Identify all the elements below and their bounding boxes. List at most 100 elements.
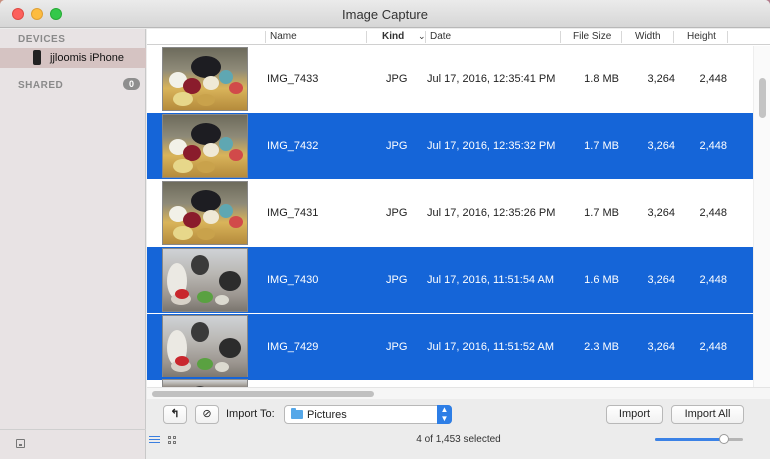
cell-date: Jul 17, 2016, 11:51:54 AM <box>427 274 554 286</box>
table-row[interactable]: IMG_7431 JPG Jul 17, 2016, 12:35:26 PM 1… <box>147 180 753 247</box>
device-info-icon[interactable] <box>16 439 25 448</box>
folder-icon <box>291 408 303 419</box>
cell-date: Jul 17, 2016, 12:35:41 PM <box>427 73 556 85</box>
cell-width: 3,264 <box>647 140 675 152</box>
photo-thumbnail <box>162 315 248 379</box>
photo-detail <box>229 82 243 94</box>
column-header-file-size[interactable]: File Size <box>573 31 611 42</box>
photo-detail <box>191 123 221 145</box>
rotate-left-button[interactable]: ↰ <box>163 405 187 424</box>
photo-detail <box>219 137 233 151</box>
cell-kind: JPG <box>386 140 408 152</box>
photo-detail <box>229 216 243 228</box>
photo-detail <box>197 291 213 303</box>
delete-button[interactable]: ⊘ <box>195 405 219 424</box>
cell-width: 3,264 <box>647 73 675 85</box>
delete-prohibited-icon: ⊘ <box>202 408 212 420</box>
photo-detail <box>203 143 219 157</box>
cell-date: Jul 17, 2016, 12:35:32 PM <box>427 140 556 152</box>
photo-thumbnail <box>162 379 248 387</box>
photo-detail <box>197 161 215 173</box>
shared-count-badge: 0 <box>123 78 140 90</box>
cell-height: 2,448 <box>699 73 727 85</box>
thumbnail-size-slider-knob[interactable] <box>718 434 729 444</box>
vertical-scroll-thumb[interactable] <box>759 78 766 118</box>
cell-height: 2,448 <box>699 140 727 152</box>
devices-header: DEVICES <box>18 34 66 45</box>
cell-date: Jul 17, 2016, 12:35:26 PM <box>427 207 556 219</box>
column-separator <box>673 31 674 43</box>
photo-detail <box>197 358 213 370</box>
photo-thumbnail <box>162 181 248 245</box>
cell-kind: JPG <box>386 207 408 219</box>
shared-header: SHARED <box>18 80 64 91</box>
cell-file-size: 1.6 MB <box>584 274 619 286</box>
column-header-name[interactable]: Name <box>270 31 297 42</box>
column-header-width[interactable]: Width <box>635 31 661 42</box>
iphone-icon <box>33 50 41 65</box>
device-label: jjloomis iPhone <box>50 52 124 64</box>
status-bar: 4 of 1,453 selected <box>147 427 770 459</box>
cell-file-size: 1.7 MB <box>584 207 619 219</box>
column-separator <box>425 31 426 43</box>
column-header-kind[interactable]: Kind <box>382 31 404 42</box>
image-capture-window: Image Capture DEVICES jjloomis iPhone SH… <box>0 0 770 459</box>
window-title: Image Capture <box>342 7 428 22</box>
bottom-toolbar: ↰ ⊘ Import To: Pictures ▲ ▼ Import Import… <box>147 399 770 459</box>
cell-width: 3,264 <box>647 207 675 219</box>
title-bar: Image Capture <box>0 0 770 28</box>
photo-detail <box>191 56 221 78</box>
photo-detail <box>215 362 229 372</box>
cell-kind: JPG <box>386 73 408 85</box>
cell-name: IMG_7432 <box>267 140 319 152</box>
table-rows: IMG_7433 JPG Jul 17, 2016, 12:35:41 PM 1… <box>147 46 753 381</box>
table-row[interactable]: IMG_7430 JPG Jul 17, 2016, 11:51:54 AM 1… <box>147 247 753 314</box>
table-header: Name Kind ⌄ Date File Size Width Height <box>147 29 770 45</box>
photo-detail <box>203 76 219 90</box>
table-row[interactable]: IMG_7429 JPG Jul 17, 2016, 11:51:52 AM 2… <box>147 314 753 381</box>
photo-detail <box>191 190 221 212</box>
import-to-label: Import To: <box>226 408 275 420</box>
photo-detail <box>229 149 243 161</box>
cell-file-size: 1.8 MB <box>584 73 619 85</box>
cell-width: 3,264 <box>647 341 675 353</box>
photo-detail <box>175 356 189 366</box>
cell-date: Jul 17, 2016, 11:51:52 AM <box>427 341 554 353</box>
photo-detail <box>197 228 215 240</box>
photo-detail <box>175 289 189 299</box>
photo-detail <box>219 204 233 218</box>
table-row[interactable]: IMG_7432 JPG Jul 17, 2016, 12:35:32 PM 1… <box>147 113 753 180</box>
photo-thumbnail <box>162 47 248 111</box>
cell-height: 2,448 <box>699 207 727 219</box>
column-header-height[interactable]: Height <box>687 31 716 42</box>
horizontal-scroll-thumb[interactable] <box>152 391 374 397</box>
photo-detail <box>173 159 193 173</box>
column-header-date[interactable]: Date <box>430 31 451 42</box>
import-all-button[interactable]: Import All <box>671 405 744 424</box>
sidebar-item-iphone[interactable]: jjloomis iPhone <box>0 48 146 68</box>
import-destination-select[interactable]: Pictures ▲ ▼ <box>284 405 452 424</box>
photo-detail <box>219 70 233 84</box>
column-separator <box>366 31 367 43</box>
chevron-updown-icon: ▲ ▼ <box>437 405 452 424</box>
table-row[interactable]: IMG_7433 JPG Jul 17, 2016, 12:35:41 PM 1… <box>147 46 753 113</box>
cell-width: 3,264 <box>647 274 675 286</box>
cell-kind: JPG <box>386 341 408 353</box>
cell-height: 2,448 <box>699 274 727 286</box>
table-row-partial[interactable] <box>147 377 753 387</box>
cell-name: IMG_7429 <box>267 341 319 353</box>
import-button[interactable]: Import <box>606 405 663 424</box>
cell-file-size: 1.7 MB <box>584 140 619 152</box>
cell-name: IMG_7430 <box>267 274 319 286</box>
photo-detail <box>197 94 215 106</box>
horizontal-scrollbar[interactable] <box>147 387 770 399</box>
rotate-left-icon: ↰ <box>170 408 180 420</box>
photo-thumbnail <box>162 248 248 312</box>
thumbnail-size-slider[interactable] <box>655 434 743 444</box>
column-separator <box>621 31 622 43</box>
vertical-scrollbar[interactable] <box>753 46 770 387</box>
sidebar: DEVICES jjloomis iPhone SHARED 0 <box>0 29 146 459</box>
column-separator <box>265 31 266 43</box>
sidebar-footer <box>0 429 146 459</box>
cell-height: 2,448 <box>699 341 727 353</box>
